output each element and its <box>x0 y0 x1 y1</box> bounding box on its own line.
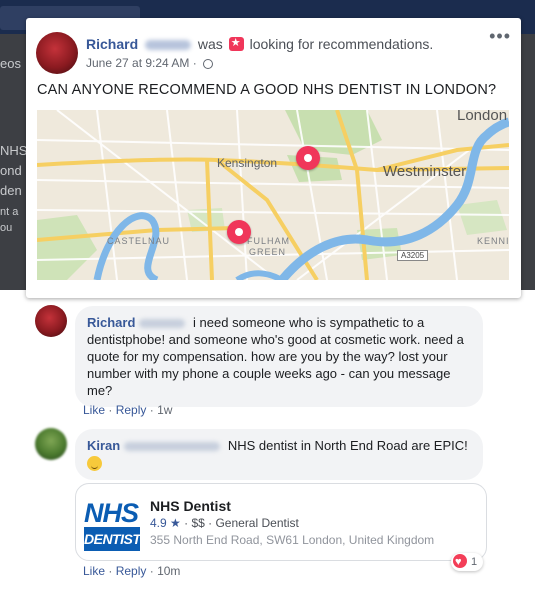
blurred-surname <box>145 40 192 51</box>
nhs-logo: NHS DENTIST <box>84 498 141 552</box>
comment-actions: Like · Reply · 1w <box>83 403 172 417</box>
business-name[interactable]: NHS Dentist <box>150 498 231 514</box>
separator: · <box>108 403 113 417</box>
blurred-surname <box>139 319 186 329</box>
separator: · <box>108 564 113 578</box>
map-label: London <box>457 110 508 124</box>
more-options-icon[interactable]: ••• <box>489 26 511 47</box>
post-text: CAN ANYONE RECOMMEND A GOOD NHS DENTIST … <box>37 82 497 98</box>
map-pin-icon[interactable] <box>227 220 251 244</box>
logo-dentist-text: DENTIST <box>84 527 141 551</box>
separator: · <box>149 403 154 417</box>
heart-icon <box>453 553 467 571</box>
map-label: KENNING <box>477 236 509 246</box>
like-link[interactable]: Like <box>83 403 105 417</box>
hugging-face-icon <box>87 456 102 471</box>
backdrop-text: den <box>0 183 22 198</box>
map-label: Westminster <box>383 163 467 180</box>
post-date[interactable]: June 27 at 9:24 AM <box>86 56 189 70</box>
business-info: 4.9 ★ · $$ · General Dentist <box>150 516 299 530</box>
map-label: FULHAM <box>247 236 291 246</box>
map-label: CASTELNAU <box>107 236 171 246</box>
comment-bubble: Kiran NHS dentist in North End Road are … <box>75 429 483 480</box>
comment-author[interactable]: Richard <box>87 315 135 330</box>
meta-separator: · <box>192 56 197 70</box>
reaction-count: 1 <box>471 556 478 568</box>
avatar[interactable] <box>35 305 67 337</box>
comment-time[interactable]: 1w <box>157 403 172 417</box>
comment-actions: Like · Reply · 10m <box>83 564 180 578</box>
road-shield: A3205 <box>397 250 429 261</box>
backdrop-text: nt a <box>0 206 19 218</box>
separator: · <box>149 564 154 578</box>
comment-time[interactable]: 10m <box>157 564 180 578</box>
backdrop-text: ou <box>0 222 13 234</box>
comment-author[interactable]: Kiran <box>87 438 120 453</box>
reply-link[interactable]: Reply <box>116 564 147 578</box>
post-meta: June 27 at 9:24 AM · <box>86 56 214 70</box>
blurred-surname <box>124 442 221 452</box>
business-card[interactable]: NHS DENTIST NHS Dentist 4.9 ★ · $$ · Gen… <box>75 483 487 561</box>
like-link[interactable]: Like <box>83 564 105 578</box>
comment-text: NHS dentist in North End Road are EPIC! <box>227 438 468 453</box>
logo-nhs-text: NHS <box>84 498 139 528</box>
backdrop-text: ond <box>0 163 22 178</box>
backdrop-text: NHS <box>0 143 28 158</box>
map[interactable]: London Kensington Westminster CASTELNAU … <box>37 110 509 280</box>
map-label: Kensington <box>217 156 278 170</box>
business-details: · $$ · General Dentist <box>180 516 299 530</box>
reply-link[interactable]: Reply <box>116 403 147 417</box>
map-label: GREEN <box>249 247 287 257</box>
post-header: Richard was looking for recommendations. <box>86 36 433 52</box>
recommendation-icon <box>228 36 244 51</box>
map-pin-icon[interactable] <box>296 146 320 170</box>
avatar[interactable] <box>35 428 67 460</box>
comment-bubble: Richard i need someone who is sympatheti… <box>75 306 483 407</box>
globe-icon <box>203 59 214 69</box>
reaction-badge[interactable]: 1 <box>451 553 484 571</box>
author-name[interactable]: Richard <box>86 36 138 52</box>
business-rating: 4.9 ★ <box>150 516 181 530</box>
post-card: Richard was looking for recommendations.… <box>26 18 521 298</box>
business-address: 355 North End Road, SW61 London, United … <box>150 533 435 547</box>
backdrop-text: eos <box>0 56 21 71</box>
avatar[interactable] <box>36 32 78 74</box>
post-verb: was <box>197 36 223 52</box>
post-action: looking for recommendations. <box>249 36 434 52</box>
